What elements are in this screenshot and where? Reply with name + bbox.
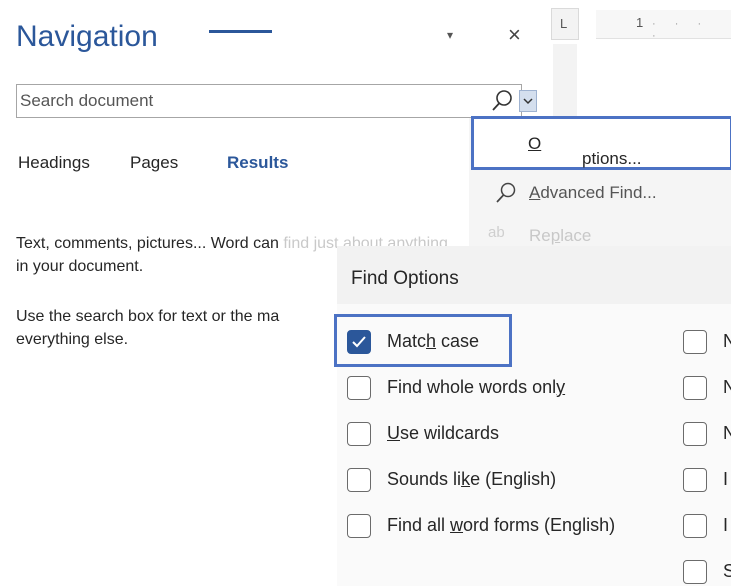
wildcards-option[interactable]: Use wildcards	[337, 420, 637, 450]
find-options-header: Find Options	[337, 246, 731, 305]
right-checkbox-3[interactable]	[683, 422, 707, 446]
search-icon	[496, 182, 516, 203]
tab-selector[interactable]: L	[551, 8, 579, 40]
match-case-highlight	[334, 314, 512, 367]
search-input[interactable]	[18, 85, 472, 117]
word-forms-option[interactable]: Find all word forms (English)	[337, 512, 667, 542]
right-checkbox-6[interactable]	[683, 560, 707, 584]
horizontal-ruler: 1 · · · ·	[596, 10, 731, 42]
wildcards-checkbox[interactable]	[347, 422, 371, 446]
search-box	[16, 84, 537, 118]
sounds-like-label: Sounds like (English)	[387, 469, 557, 489]
pane-options-chevron-icon[interactable]: ▾	[447, 28, 453, 42]
advanced-find-menu-item[interactable]: Advanced Find...	[488, 181, 731, 207]
right-checkbox-4[interactable]	[683, 468, 707, 492]
find-options-dialog: Find Options Match case Find whole words…	[337, 246, 731, 586]
options-menu-item[interactable]: Options...	[471, 116, 731, 170]
right-checkbox-1[interactable]	[683, 330, 707, 354]
right-checkbox-2[interactable]	[683, 376, 707, 400]
word-forms-label: Find all word forms (English)	[387, 515, 616, 535]
sounds-like-checkbox[interactable]	[347, 468, 371, 492]
wildcards-label: Use wildcards	[387, 423, 500, 443]
navigation-title: Navigation	[16, 20, 158, 53]
close-pane-button[interactable]: ×	[508, 22, 521, 48]
chevron-down-icon	[523, 98, 533, 105]
advanced-find-label: Advanced Find...	[529, 183, 657, 202]
search-options-dropdown-button[interactable]	[519, 90, 537, 112]
find-options-title: Find Options	[351, 268, 459, 289]
sounds-like-option[interactable]: Sounds like (English)	[337, 466, 637, 496]
right-checkbox-5[interactable]	[683, 514, 707, 538]
replace-icon: ab	[488, 224, 505, 241]
word-forms-checkbox[interactable]	[347, 514, 371, 538]
tab-pages[interactable]: Pages	[130, 153, 178, 173]
vertical-ruler	[553, 44, 577, 124]
tab-results[interactable]: Results	[227, 153, 288, 173]
tab-headings[interactable]: Headings	[18, 153, 90, 173]
replace-label: Replace	[529, 226, 592, 245]
whole-words-option[interactable]: Find whole words only	[337, 374, 637, 404]
whole-words-label: Find whole words only	[387, 377, 566, 397]
options-menu-label: Options...	[528, 134, 642, 168]
active-tab-indicator	[209, 30, 272, 33]
search-icon[interactable]	[491, 89, 513, 113]
whole-words-checkbox[interactable]	[347, 376, 371, 400]
